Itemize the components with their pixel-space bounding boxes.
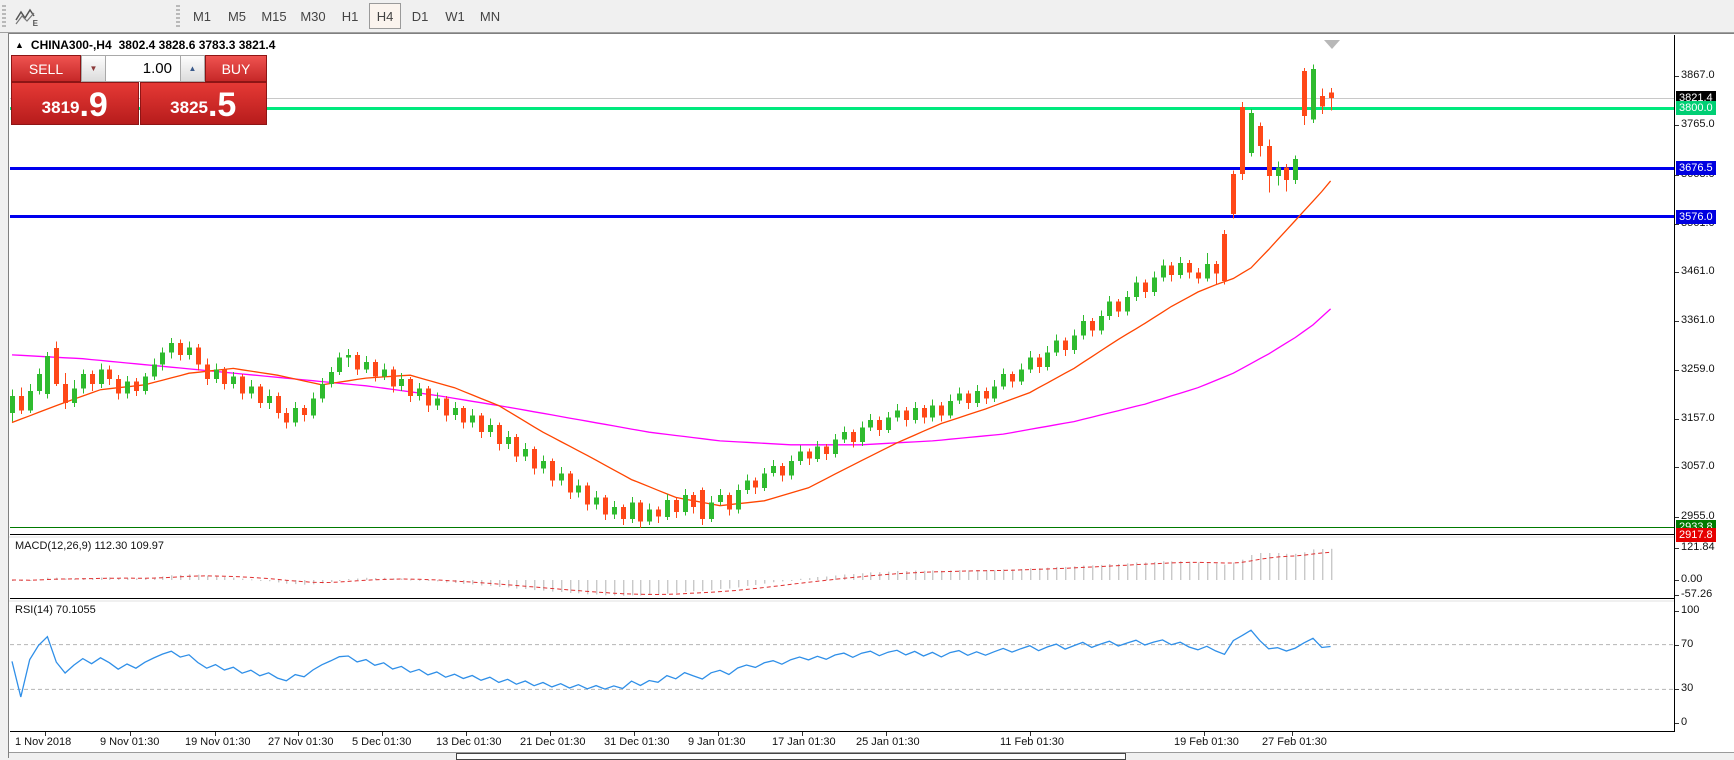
axis-tick-mark: [1675, 689, 1679, 690]
price-tick-label: 3057.0: [1681, 460, 1715, 472]
date-label: 17 Jan 01:30: [772, 736, 836, 748]
price-tick-label: 3157.0: [1681, 412, 1715, 424]
rsi-pane[interactable]: RSI(14) 70.1055: [10, 602, 1674, 732]
date-axis[interactable]: 1 Nov 2018 9 Nov 01:30 19 Nov 01:30 27 Nov …: [10, 733, 1734, 752]
date-label: 13 Dec 01:30: [436, 736, 501, 748]
timeframe-button-m15[interactable]: M15: [256, 3, 292, 29]
date-label: 21 Dec 01:30: [520, 736, 585, 748]
bid-pips: .9: [79, 89, 107, 121]
date-label: 31 Dec 01:30: [604, 736, 669, 748]
axis-tick-mark: [1675, 611, 1679, 612]
axis-tick-mark: [1675, 419, 1679, 420]
macd-tick-label: 121.84: [1681, 541, 1715, 553]
ask-main: 3825: [170, 95, 208, 121]
buy-button[interactable]: BUY: [205, 55, 267, 82]
chart-window: MACD(12,26,9) 112.30 109.97 RSI(14) 70.1…: [8, 33, 1734, 758]
price-line-badge: 3676.5: [1676, 161, 1716, 175]
timeframe-button-m30[interactable]: M30: [295, 3, 331, 29]
axis-tick-mark: [1675, 548, 1679, 549]
macd-tick-label: 0.00: [1681, 573, 1702, 585]
rsi-label: RSI(14) 70.1055: [15, 604, 96, 616]
symbol-ohlc: 3802.4 3828.6 3783.3 3821.4: [119, 38, 276, 52]
timeframe-button-w1[interactable]: W1: [439, 3, 471, 29]
toolbar-grip[interactable]: [2, 5, 6, 27]
axis-tick-mark: [1675, 272, 1679, 273]
timeframe-button-h4[interactable]: H4: [369, 3, 401, 29]
price-tick-label: 3867.0: [1681, 69, 1715, 81]
axis-tick-mark: [1675, 595, 1679, 596]
scrollbar-thumb[interactable]: [456, 753, 1126, 760]
ask-pips: .5: [208, 89, 236, 121]
horizontal-scrollbar[interactable]: [9, 752, 1734, 760]
axis-tick-mark: [1675, 580, 1679, 581]
price-line-badge: 3800.0: [1676, 101, 1716, 115]
bid-quote[interactable]: 3819 .9: [11, 82, 139, 125]
price-tick-label: 3765.0: [1681, 118, 1715, 130]
axis-tick-mark: [1675, 125, 1679, 126]
price-axis[interactable]: 3867.03765.03663.03561.03461.03361.03259…: [1674, 35, 1734, 732]
volume-input[interactable]: [106, 55, 180, 82]
sell-button[interactable]: SELL: [11, 55, 81, 82]
macd-pane[interactable]: MACD(12,26,9) 112.30 109.97: [10, 538, 1674, 599]
date-label: 19 Nov 01:30: [185, 736, 250, 748]
date-label: 9 Nov 01:30: [100, 736, 159, 748]
price-tick-label: 3361.0: [1681, 314, 1715, 326]
top-toolbar: EFAT▾ M1M5M15M30H1H4D1W1MN: [0, 0, 1734, 33]
timeframe-button-m1[interactable]: M1: [186, 3, 218, 29]
axis-tick-mark: [1675, 321, 1679, 322]
volume-decrease-button[interactable]: ▼: [81, 55, 106, 82]
ask-quote[interactable]: 3825 .5: [140, 82, 268, 125]
crosshair-draw-icon[interactable]: E: [10, 3, 40, 29]
macd-label: MACD(12,26,9) 112.30 109.97: [15, 540, 164, 552]
timeframe-button-mn[interactable]: MN: [474, 3, 506, 29]
timeframe-button-h1[interactable]: H1: [334, 3, 366, 29]
date-label: 27 Feb 01:30: [1262, 736, 1327, 748]
macd-tick-label: -57.26: [1681, 588, 1712, 600]
symbol-header: ▲ CHINA300-,H4 3802.4 3828.6 3783.3 3821…: [15, 38, 275, 52]
axis-tick-mark: [1675, 645, 1679, 646]
axis-tick-mark: [1675, 175, 1679, 176]
price-line-badge: 3576.0: [1676, 210, 1716, 224]
date-label: 5 Dec 01:30: [352, 736, 411, 748]
spinner-up-icon: ▲: [189, 64, 197, 73]
axis-tick-mark: [1675, 224, 1679, 225]
axis-tick-mark: [1675, 723, 1679, 724]
price-tick-label: 3259.0: [1681, 363, 1715, 375]
axis-tick-mark: [1675, 370, 1679, 371]
bid-main: 3819: [42, 95, 80, 121]
timeframe-button-m5[interactable]: M5: [221, 3, 253, 29]
rsi-tick-label: 100: [1681, 604, 1699, 616]
date-label: 11 Feb 01:30: [1000, 736, 1064, 748]
axis-tick-mark: [1675, 517, 1679, 518]
spinner-down-icon: ▼: [90, 64, 98, 73]
price-tick-label: 3461.0: [1681, 265, 1715, 277]
volume-increase-button[interactable]: ▲: [180, 55, 205, 82]
price-line-badge: 2917.8: [1676, 528, 1716, 542]
date-label: 19 Feb 01:30: [1174, 736, 1239, 748]
rsi-tick-label: 70: [1681, 638, 1693, 650]
date-label: 27 Nov 01:30: [268, 736, 333, 748]
date-label: 9 Jan 01:30: [688, 736, 746, 748]
rsi-tick-label: 30: [1681, 682, 1693, 694]
timeframe-button-d1[interactable]: D1: [404, 3, 436, 29]
date-label: 25 Jan 01:30: [856, 736, 920, 748]
toolbar-grip-2[interactable]: [176, 5, 180, 27]
collapse-panel-icon[interactable]: ▲: [15, 40, 24, 50]
symbol-title: CHINA300-,H4: [31, 38, 112, 52]
date-label: 1 Nov 2018: [15, 736, 71, 748]
axis-tick-mark: [1675, 467, 1679, 468]
rsi-tick-label: 0: [1681, 716, 1687, 728]
axis-tick-mark: [1675, 76, 1679, 77]
one-click-trading-panel: SELL ▼ ▲ BUY 3819 .9 3825 .5: [11, 55, 267, 125]
